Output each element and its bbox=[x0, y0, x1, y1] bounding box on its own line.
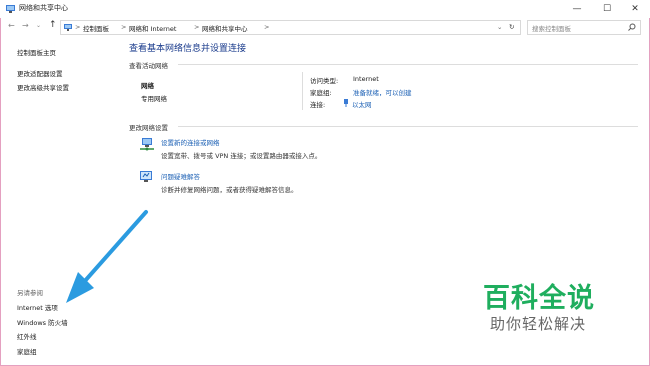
watermark-title: 百科全说 bbox=[483, 283, 595, 314]
watermark-subtitle: 助你轻松解决 bbox=[490, 315, 587, 333]
